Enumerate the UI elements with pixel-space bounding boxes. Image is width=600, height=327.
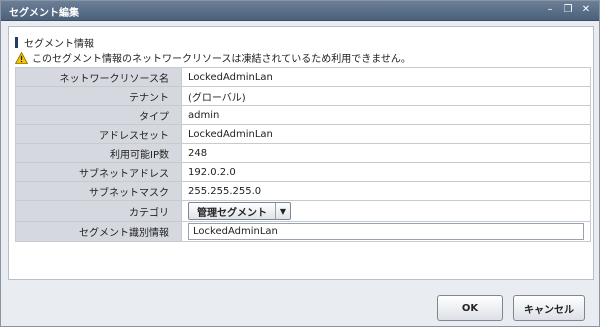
minimize-button[interactable]: – (543, 3, 557, 17)
network-resource-name-value: LockedAdminLan (181, 67, 591, 87)
restore-button[interactable]: ❐ (561, 3, 575, 17)
field-label: サブネットマスク (15, 181, 182, 201)
subnet-address-value: 192.0.2.0 (181, 162, 591, 182)
field-label: セグメント識別情報 (15, 221, 182, 242)
dialog-footer: OK キャンセル (1, 285, 599, 326)
section-header: セグメント情報 (15, 35, 94, 50)
field-label: テナント (15, 86, 182, 106)
field-label: ネットワークリソース名 (15, 67, 182, 87)
subnet-mask-value: 255.255.255.0 (181, 181, 591, 201)
field-label: タイプ (15, 105, 182, 125)
form-row: サブネットアドレス 192.0.2.0 (15, 162, 591, 182)
field-label: サブネットアドレス (15, 162, 182, 182)
warning-triangle-icon (15, 51, 28, 64)
close-button[interactable]: ✕ (579, 3, 593, 17)
segment-form-table: ネットワークリソース名 LockedAdminLan テナント (グローバル) … (15, 67, 591, 242)
field-label: アドレスセット (15, 124, 182, 144)
window-controls: – ❐ ✕ (543, 3, 593, 17)
category-dropdown[interactable]: 管理セグメント ▼ (188, 202, 291, 220)
field-label: カテゴリ (15, 200, 182, 222)
chevron-down-icon[interactable]: ▼ (275, 203, 290, 219)
form-row: セグメント識別情報 (15, 221, 591, 242)
title-bar[interactable]: セグメント編集 – ❐ ✕ (1, 1, 599, 21)
available-ip-count-value: 248 (181, 143, 591, 163)
segment-id-cell (181, 221, 591, 242)
form-row: サブネットマスク 255.255.255.0 (15, 181, 591, 201)
segment-id-input[interactable] (188, 223, 584, 240)
form-row: ネットワークリソース名 LockedAdminLan (15, 67, 591, 87)
dialog-window: セグメント編集 – ❐ ✕ セグメント情報 このセグメント情報のネットワークリソ… (0, 0, 600, 327)
section-bar-marker (15, 37, 18, 48)
form-row: タイプ admin (15, 105, 591, 125)
category-selected: 管理セグメント (197, 207, 267, 219)
window-title: セグメント編集 (9, 8, 79, 19)
ok-button[interactable]: OK (437, 295, 503, 321)
form-row: テナント (グローバル) (15, 86, 591, 106)
form-row: アドレスセット LockedAdminLan (15, 124, 591, 144)
type-value: admin (181, 105, 591, 125)
field-label: 利用可能IP数 (15, 143, 182, 163)
warning-text: このセグメント情報のネットワークリソースは凍結されているため利用できません。 (32, 54, 411, 65)
address-set-value: LockedAdminLan (181, 124, 591, 144)
form-row: カテゴリ 管理セグメント ▼ (15, 200, 591, 222)
category-cell: 管理セグメント ▼ (181, 200, 591, 222)
section-title: セグメント情報 (24, 39, 94, 50)
segment-info-panel: セグメント情報 このセグメント情報のネットワークリソースは凍結されているため利用… (8, 26, 594, 280)
form-row: 利用可能IP数 248 (15, 143, 591, 163)
cancel-button[interactable]: キャンセル (513, 295, 585, 321)
warning-message: このセグメント情報のネットワークリソースは凍結されているため利用できません。 (15, 50, 411, 65)
tenant-value: (グローバル) (181, 86, 591, 106)
